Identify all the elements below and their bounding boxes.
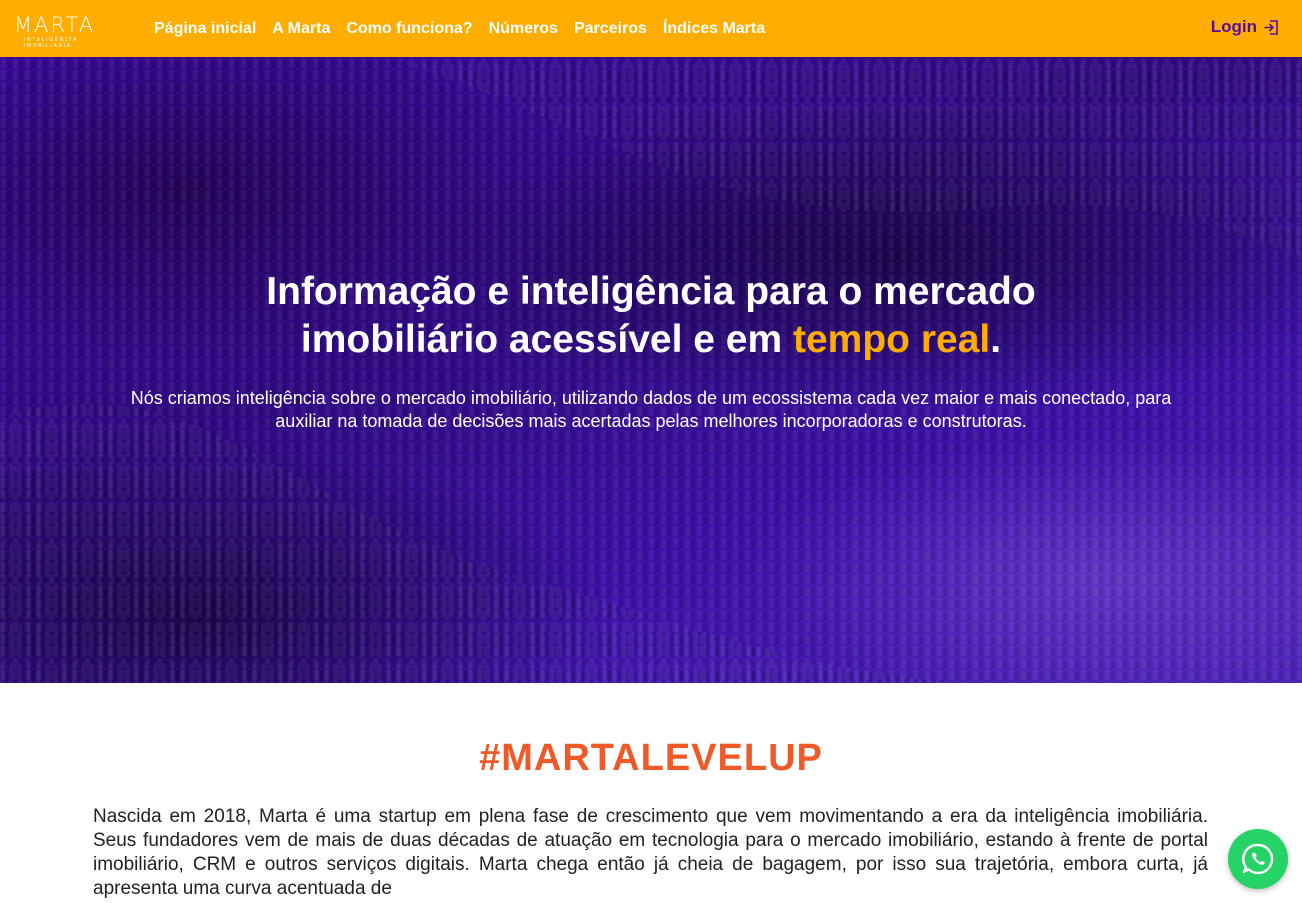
whatsapp-icon [1242, 843, 1274, 875]
hero-subtitle: Nós criamos inteligência sobre o mercado… [130, 388, 1172, 431]
hero-title-line2: imobiliário acessível e em [300, 318, 793, 361]
login-label: Login [1210, 17, 1257, 36]
hero-title-line1: Informação e inteligência para o mercado [266, 270, 1036, 313]
login-icon [1264, 19, 1278, 35]
whatsapp-button[interactable] [1228, 829, 1288, 889]
login-button[interactable]: Login [1211, 17, 1280, 37]
nav-item-partners[interactable]: Parceiros [566, 20, 655, 38]
main-nav: Página inicial A Marta Como funciona? Nú… [146, 0, 773, 57]
top-navbar: MARTA INTELIGÊNCIA IMOBILIÁRIA Página in… [0, 0, 1302, 57]
logo-tagline: INTELIGÊNCIA IMOBILIÁRIA [24, 37, 78, 49]
about-paragraph: Nascida em 2018, Marta é uma startup em … [93, 806, 1208, 899]
nav-item-about[interactable]: A Marta [264, 20, 338, 38]
hero-background-texture [0, 57, 1302, 683]
nav-item-how-it-works[interactable]: Como funciona? [338, 20, 480, 38]
section-heading: #MARTALEVELUP [479, 737, 823, 779]
hero-title: Informação e inteligência para o mercado… [100, 268, 1202, 364]
nav-item-indices[interactable]: Índices Marta [655, 20, 773, 38]
hero-title-highlight: tempo real [793, 318, 991, 361]
hero-banner: Informação e inteligência para o mercado… [0, 57, 1302, 683]
marta-logo[interactable]: MARTA INTELIGÊNCIA IMOBILIÁRIA [14, 13, 128, 50]
nav-item-home[interactable]: Página inicial [146, 20, 264, 38]
nav-item-numbers[interactable]: Números [481, 20, 566, 38]
logo-wordmark: MARTA [14, 13, 96, 37]
hero-title-suffix: . [990, 318, 1002, 361]
